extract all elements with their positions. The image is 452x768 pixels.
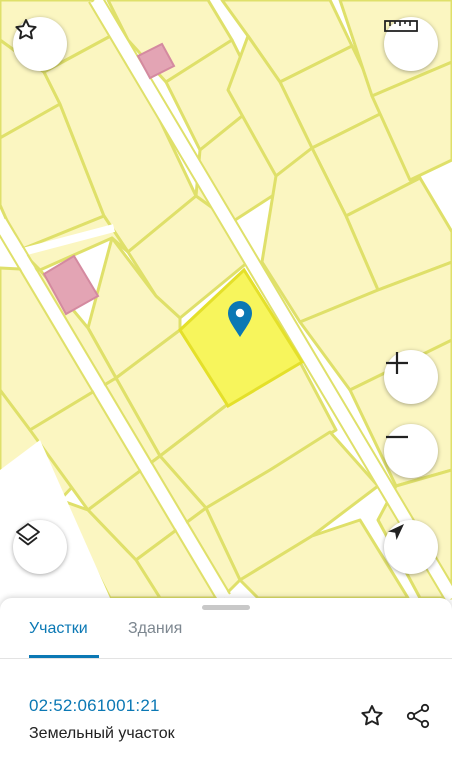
star-icon xyxy=(359,703,385,734)
favorite-button[interactable] xyxy=(13,17,67,71)
zoom-in-button[interactable] xyxy=(384,350,438,404)
share-icon xyxy=(405,703,431,734)
zoom-out-button[interactable] xyxy=(384,424,438,478)
share-button[interactable] xyxy=(402,702,434,734)
parcel-type-label: Земельный участок xyxy=(29,725,175,742)
tab-bar: Участки Здания xyxy=(0,616,452,659)
favorite-parcel-button[interactable] xyxy=(356,702,388,734)
layers-button[interactable] xyxy=(13,520,67,574)
cadastral-number-link[interactable]: 02:52:061001:21 xyxy=(29,696,160,716)
tab-buildings[interactable]: Здания xyxy=(128,620,182,638)
sheet-drag-handle[interactable] xyxy=(202,605,250,610)
active-tab-indicator xyxy=(29,655,99,658)
measure-button[interactable] xyxy=(384,17,438,71)
tab-parcels[interactable]: Участки xyxy=(29,620,88,638)
locate-button[interactable] xyxy=(384,520,438,574)
info-bottom-sheet[interactable]: Участки Здания 02:52:061001:21 Земельный… xyxy=(0,598,452,768)
